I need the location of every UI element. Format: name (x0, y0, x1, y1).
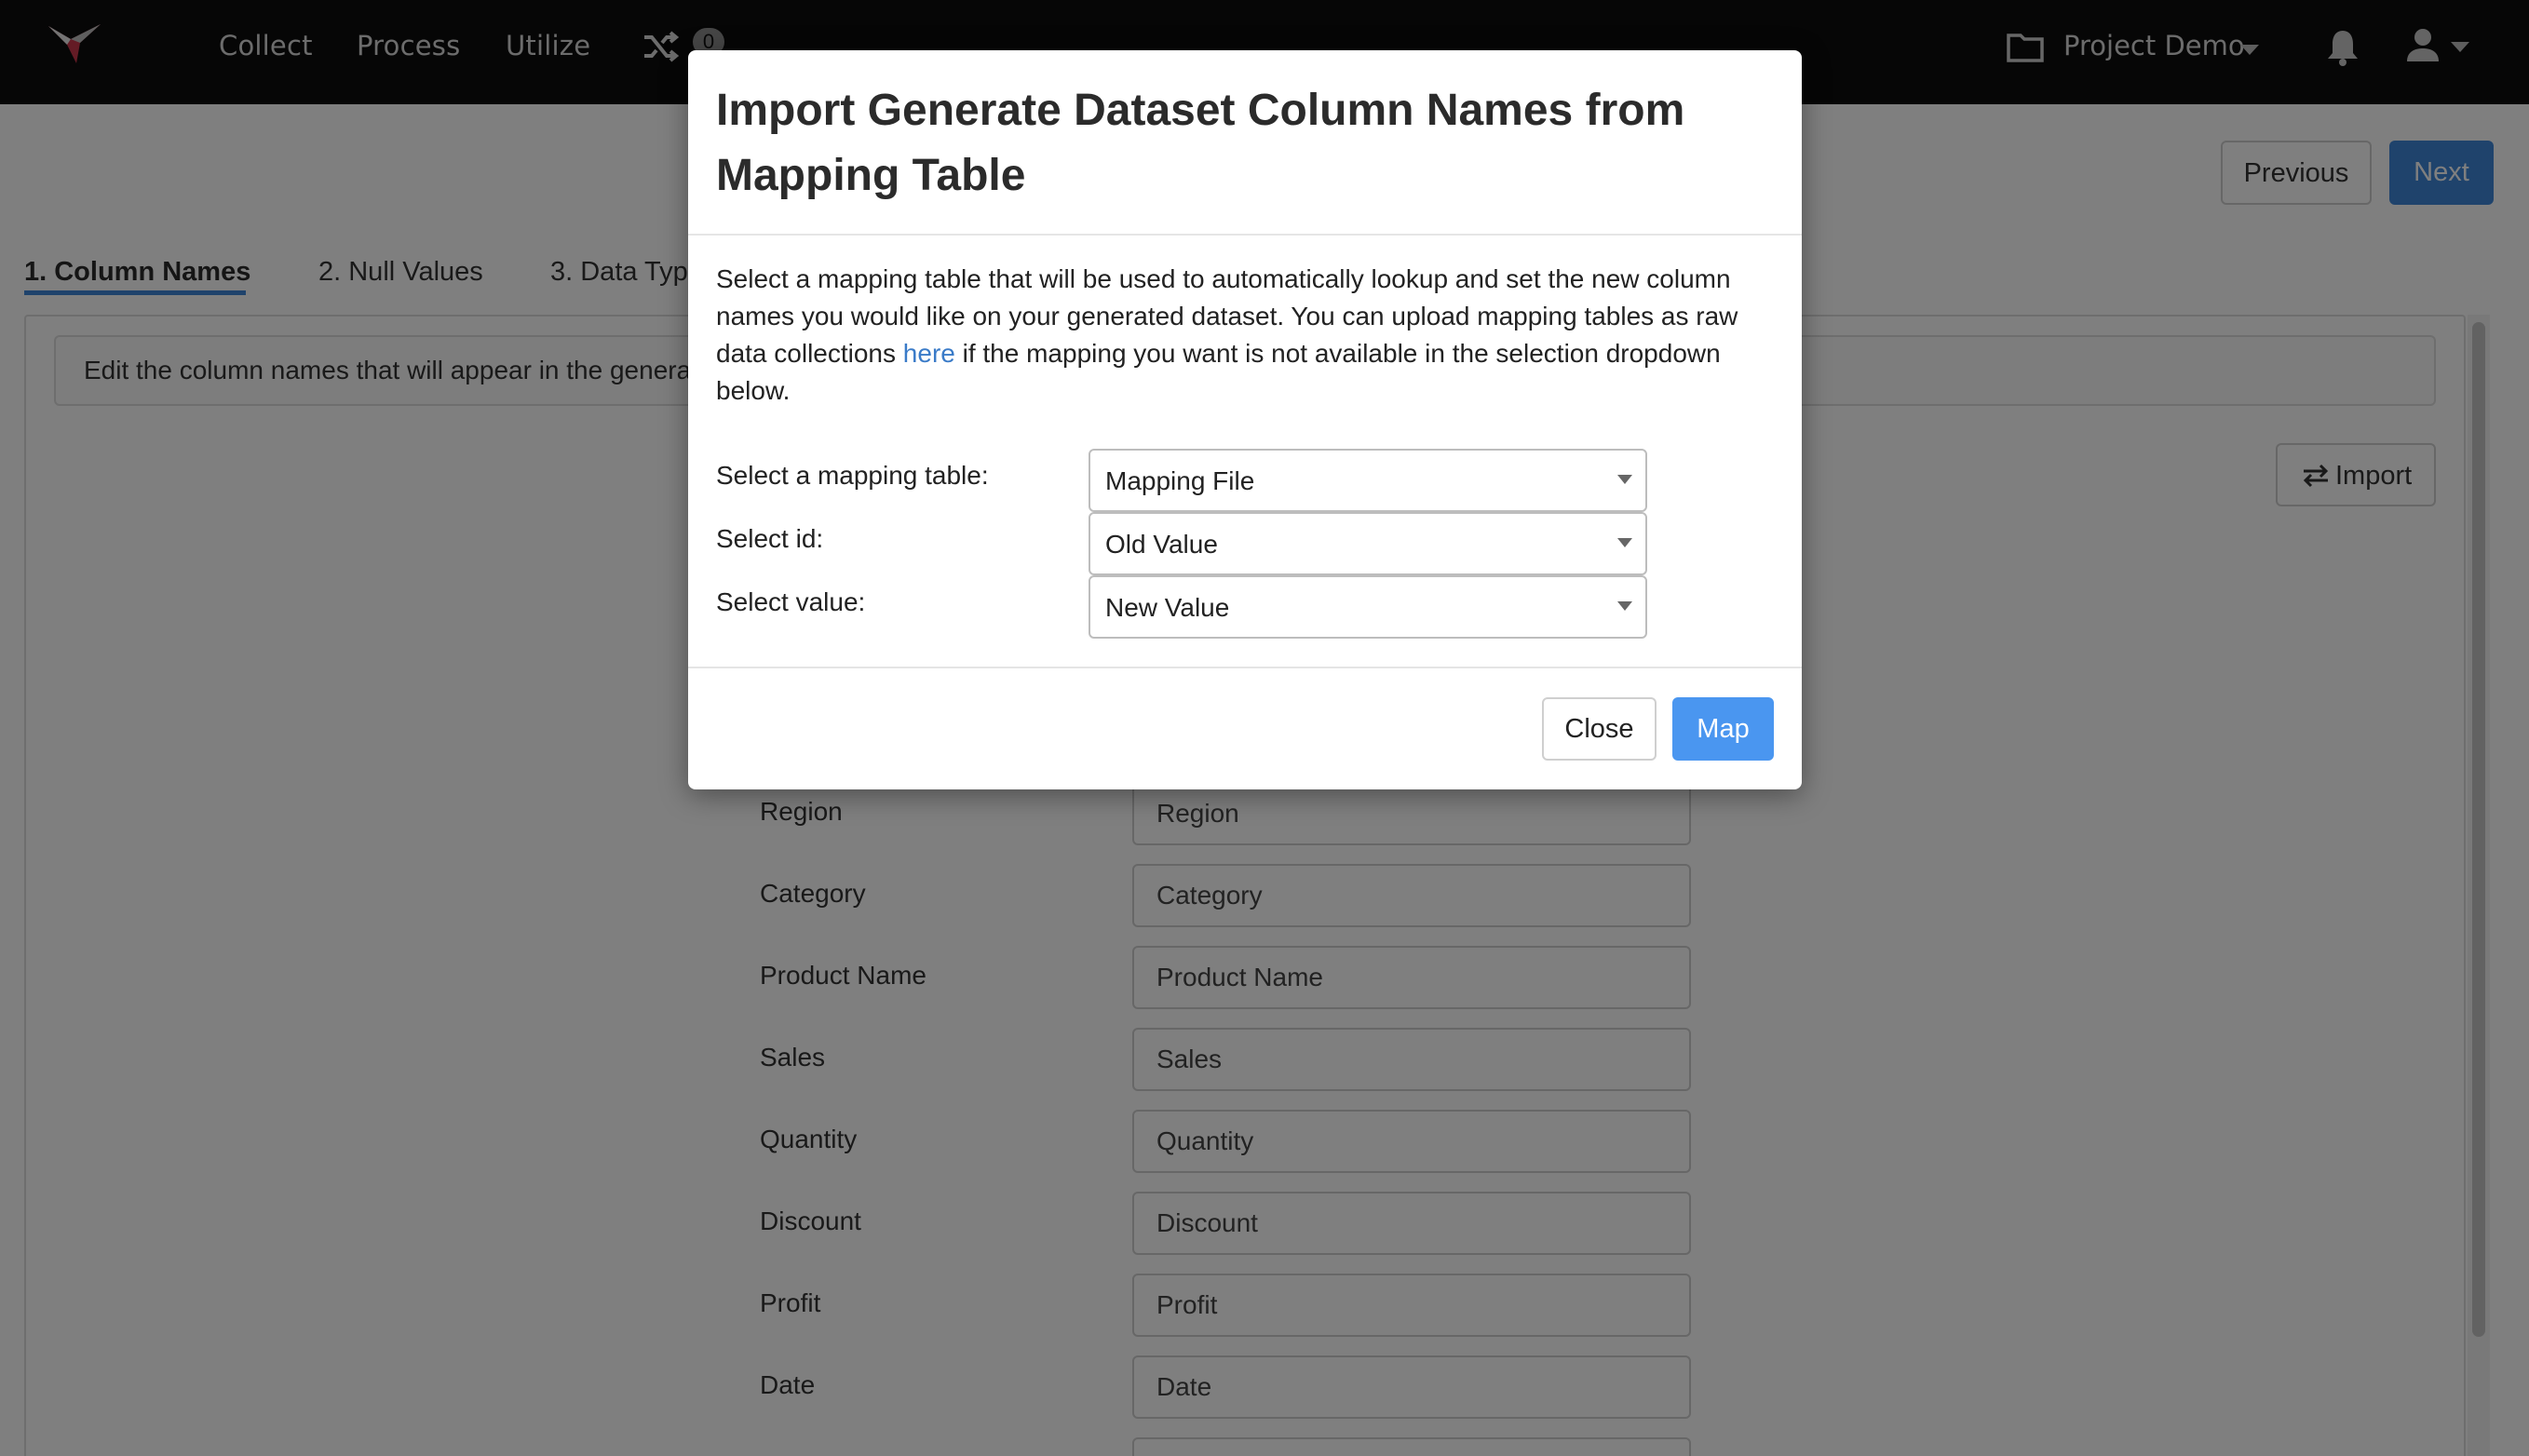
close-button[interactable]: Close (1542, 697, 1657, 761)
mapping-table-select[interactable]: Mapping File (1089, 449, 1647, 512)
mapping-table-label: Select a mapping table: (716, 461, 989, 490)
value-label: Select value: (716, 587, 866, 616)
caret-down-icon (1617, 601, 1632, 611)
caret-down-icon (1617, 475, 1632, 484)
modal-title: Import Generate Dataset Column Names fro… (716, 86, 1685, 200)
divider (688, 234, 1802, 236)
map-button[interactable]: Map (1672, 697, 1774, 761)
upload-here-link[interactable]: here (903, 339, 955, 368)
divider (688, 667, 1802, 668)
value-value: New Value (1105, 593, 1230, 622)
id-value: Old Value (1105, 530, 1218, 559)
value-select[interactable]: New Value (1089, 575, 1647, 639)
mapping-import-modal: Import Generate Dataset Column Names fro… (688, 50, 1802, 789)
id-select[interactable]: Old Value (1089, 512, 1647, 575)
id-label: Select id: (716, 524, 824, 553)
mapping-table-value: Mapping File (1105, 466, 1255, 495)
modal-description: Select a mapping table that will be used… (716, 261, 1778, 410)
caret-down-icon (1617, 538, 1632, 547)
